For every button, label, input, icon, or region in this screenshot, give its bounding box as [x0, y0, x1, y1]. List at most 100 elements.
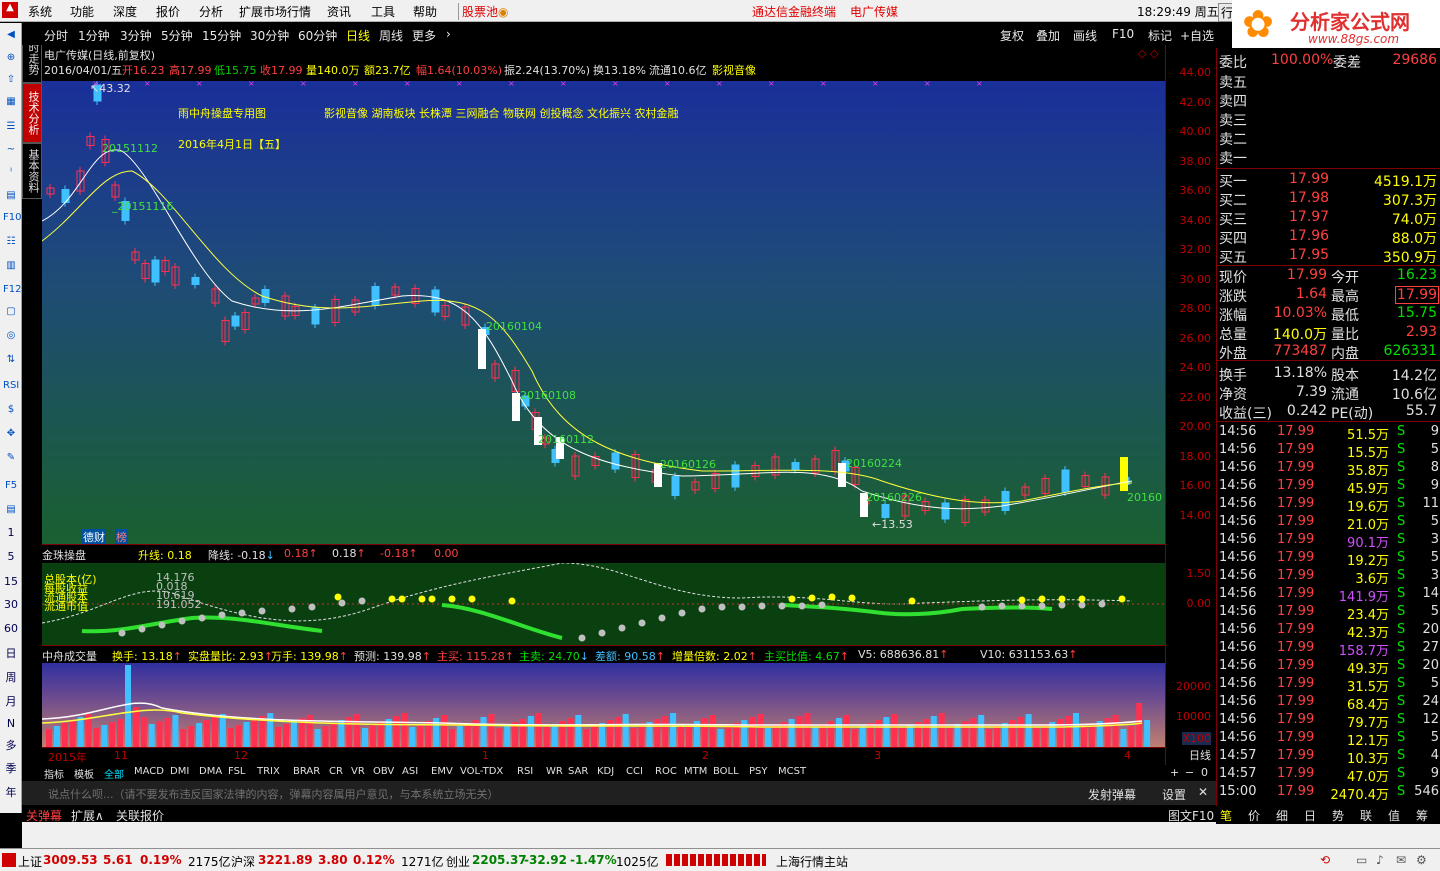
- left-tool-26-icon[interactable]: 日: [3, 647, 19, 661]
- left-tool-4-icon[interactable]: ☰: [3, 120, 19, 134]
- price-chart[interactable]: × × × × × × × × × × × × × × × × × × 雨中舟操盘专用图 影视音像 湖南板块 长株…: [42, 81, 1165, 545]
- indicator-tab-指标[interactable]: 指标: [44, 766, 64, 781]
- period-3min[interactable]: 3分钟: [120, 27, 152, 44]
- left-tool-5-icon[interactable]: ~: [3, 143, 19, 157]
- left-tool-9-icon[interactable]: ☷: [3, 235, 19, 249]
- indicator-tab-obv[interactable]: OBV: [373, 766, 394, 777]
- add-favorite-button[interactable]: +自选: [1180, 27, 1214, 44]
- period-week[interactable]: 周线: [379, 27, 403, 44]
- indicator-tab-asi[interactable]: ASI: [402, 766, 418, 777]
- indicator-tab-mcst[interactable]: MCST: [778, 766, 806, 777]
- menu-quote[interactable]: 报价: [156, 3, 180, 20]
- promo-stock[interactable]: 电广传媒: [850, 3, 898, 20]
- indicator-tab-macd[interactable]: MACD: [134, 766, 164, 777]
- left-tool-6-icon[interactable]: ᴵ: [3, 166, 19, 180]
- promo-terminal[interactable]: 通达信金融终端: [752, 3, 836, 20]
- restore-rights-button[interactable]: 复权: [1000, 27, 1024, 44]
- left-tool-32-icon[interactable]: 年: [3, 786, 19, 800]
- indicator-tab-kdj[interactable]: KDJ: [597, 766, 614, 777]
- indicator-tab-trix[interactable]: TRIX: [257, 766, 280, 777]
- left-tool-11-icon[interactable]: F12: [3, 283, 21, 297]
- indicator-tab-psy[interactable]: PSY: [749, 766, 768, 777]
- left-tool-23-icon[interactable]: 15: [3, 575, 19, 589]
- chevron-right-icon[interactable]: ›: [446, 27, 451, 41]
- left-tool-21-icon[interactable]: 1: [3, 526, 19, 540]
- left-tool-22-icon[interactable]: 5: [3, 550, 19, 564]
- volume-chart[interactable]: [42, 663, 1165, 747]
- period-5min[interactable]: 5分钟: [161, 27, 193, 44]
- indicator-tab-dma[interactable]: DMA: [199, 766, 222, 777]
- period-15min[interactable]: 15分钟: [202, 27, 241, 44]
- menu-ext-market[interactable]: 扩展市场行情: [239, 3, 311, 20]
- left-tool-20-icon[interactable]: ▤: [3, 503, 19, 517]
- hs-label[interactable]: 沪深: [231, 853, 255, 870]
- left-tool-3-icon[interactable]: ▦: [3, 95, 19, 109]
- cy-label[interactable]: 创业: [446, 853, 470, 870]
- quote-tab-7[interactable]: 筹: [1416, 807, 1428, 824]
- tag-bang[interactable]: 榜: [115, 529, 128, 545]
- send-danmu-button[interactable]: 发射弹幕: [1088, 786, 1136, 803]
- indicator-tab-rsi[interactable]: RSI: [517, 766, 533, 777]
- indicator-tab-vol-tdx[interactable]: VOL-TDX: [460, 766, 503, 777]
- overlay-button[interactable]: 叠加: [1036, 27, 1060, 44]
- left-tool-12-icon[interactable]: ▢: [3, 305, 19, 319]
- left-tool-15-icon[interactable]: RSI: [3, 379, 19, 393]
- left-tool-7-icon[interactable]: ▤: [3, 189, 19, 203]
- indicator-tab-cr[interactable]: CR: [329, 766, 343, 777]
- indicator-tab-sar[interactable]: SAR: [568, 766, 588, 777]
- zoom-reset-icon[interactable]: 0: [1201, 766, 1208, 779]
- f10-button[interactable]: F10: [1112, 27, 1134, 41]
- zoom-out-icon[interactable]: −: [1185, 766, 1194, 779]
- tag-decai[interactable]: 德财: [82, 529, 106, 545]
- menu-system[interactable]: 系统: [28, 3, 52, 20]
- left-tool-14-icon[interactable]: ⇅: [3, 353, 19, 367]
- danmu-input[interactable]: 说点什么呗...（请不要发布违反国家法律的内容，弹幕内容属用户意见，与本系统立场…: [48, 786, 499, 802]
- period-1min[interactable]: 1分钟: [78, 27, 110, 44]
- quote-tab-1[interactable]: 价: [1248, 807, 1260, 824]
- period-day[interactable]: 日线: [346, 27, 370, 44]
- tab-technical[interactable]: 技术分析: [22, 83, 42, 143]
- menu-help[interactable]: 帮助: [413, 3, 437, 20]
- period-more[interactable]: 更多: [412, 27, 436, 44]
- quote-tab-4[interactable]: 势: [1332, 807, 1344, 824]
- indicator1-name[interactable]: 金珠操盘: [42, 547, 86, 563]
- indicator-tab-fsl[interactable]: FSL: [228, 766, 246, 777]
- mark-button[interactable]: 标记: [1148, 27, 1172, 44]
- menu-function[interactable]: 功能: [70, 3, 94, 20]
- indicator-tab-emv[interactable]: EMV: [431, 766, 453, 777]
- left-tool-8-icon[interactable]: F10: [3, 211, 21, 225]
- period-60min[interactable]: 60分钟: [298, 27, 337, 44]
- station-label[interactable]: 上海行情主站: [776, 853, 848, 870]
- indicator-tab-模板[interactable]: 模板: [74, 766, 94, 781]
- left-tool-19-icon[interactable]: F5: [3, 479, 19, 493]
- settings-gear-icon[interactable]: ⚙: [1416, 853, 1427, 867]
- left-tool-29-icon[interactable]: N: [3, 717, 19, 731]
- indicator-tab-vr[interactable]: VR: [351, 766, 365, 777]
- left-tool-18-icon[interactable]: ✎: [3, 451, 19, 465]
- left-tool-28-icon[interactable]: 月: [3, 695, 19, 709]
- indicator-tab-dmi[interactable]: DMI: [170, 766, 189, 777]
- monitor-icon[interactable]: ▭: [1356, 853, 1367, 867]
- quote-tab-3[interactable]: 日: [1304, 807, 1316, 824]
- danmu-settings-button[interactable]: 设置: [1162, 786, 1186, 803]
- zoom-in-icon[interactable]: +: [1170, 766, 1179, 779]
- bell-icon[interactable]: ♪: [1376, 853, 1384, 867]
- period-30min[interactable]: 30分钟: [250, 27, 289, 44]
- menu-analysis[interactable]: 分析: [199, 3, 223, 20]
- menu-tools[interactable]: 工具: [371, 3, 395, 20]
- quote-tab-6[interactable]: 值: [1388, 807, 1400, 824]
- left-tool-27-icon[interactable]: 周: [3, 671, 19, 685]
- quote-tab-2[interactable]: 细: [1276, 807, 1288, 824]
- indicator-tab-全部[interactable]: 全部: [104, 766, 124, 781]
- draw-line-button[interactable]: 画线: [1073, 27, 1097, 44]
- left-tool-1-icon[interactable]: ⊕: [3, 51, 19, 65]
- tab-fundamental[interactable]: 基本资料: [22, 143, 42, 199]
- sh-label[interactable]: 上证: [18, 853, 42, 870]
- stock-pool-button[interactable]: 股票池◉: [458, 3, 509, 20]
- indicator-tab-brar[interactable]: BRAR: [293, 766, 320, 777]
- period-intraday[interactable]: 分时: [44, 27, 68, 44]
- indicator-tab-wr[interactable]: WR: [546, 766, 563, 777]
- left-tool-30-icon[interactable]: 多: [3, 739, 19, 753]
- left-tool-31-icon[interactable]: 季: [3, 762, 19, 776]
- left-tool-13-icon[interactable]: ◎: [3, 329, 19, 343]
